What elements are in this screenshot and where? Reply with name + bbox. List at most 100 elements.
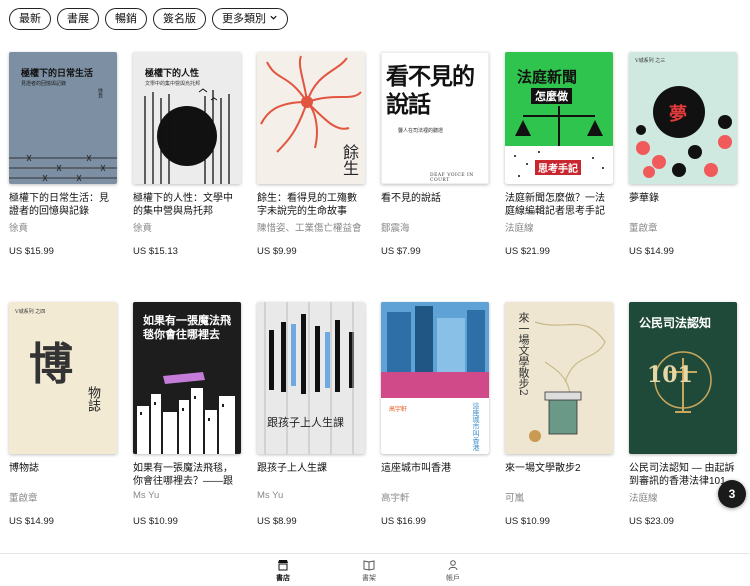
- book-cover[interactable]: 法庭新聞 怎麼做 思考手記: [505, 52, 613, 184]
- tab-account[interactable]: 帳戶: [446, 559, 460, 583]
- book-price: US $15.13: [133, 246, 178, 257]
- book-cover[interactable]: 高宇軒 這座城市叫香港: [381, 302, 489, 454]
- cover-subtitle: 怎麼做: [531, 88, 572, 104]
- book-price: US $7.99: [381, 246, 421, 257]
- book-author: 高宇軒: [381, 493, 410, 502]
- book-title[interactable]: 餘生：看得見的工殤數字未說完的生命故事: [257, 192, 365, 218]
- city-skyline-art: [137, 372, 235, 454]
- book-author: 可嵐: [505, 493, 525, 502]
- account-icon: [447, 559, 459, 573]
- book-card[interactable]: 跟孩子上人生課 跟孩子上人生課 Ms Yu US $8.99: [257, 302, 365, 527]
- cover-title: 極權下的日常生活: [21, 69, 94, 79]
- cover-series: V城系列 之四: [15, 309, 46, 315]
- book-title[interactable]: 極權下的日常生活：見證者的回憶與記錄: [9, 192, 117, 218]
- filter-label: 暢銷: [115, 13, 137, 25]
- book-cover[interactable]: 來一場文學散步2: [505, 302, 613, 454]
- cover-title: 公民司法認知: [639, 316, 712, 330]
- filter-more-categories[interactable]: 更多類別: [212, 8, 288, 30]
- book-price: US $10.99: [505, 516, 550, 527]
- book-card[interactable]: V城系列 之四 博 物誌 博物誌 董啟章 US $14.99: [9, 302, 117, 527]
- book-cover[interactable]: 如果有一張魔法飛毯你會往哪裡去: [133, 302, 241, 454]
- book-card[interactable]: V城系列 之三 夢 夢華錄 董啟章 US $14.99: [629, 52, 737, 257]
- book-price: US $14.99: [629, 246, 674, 257]
- tab-label: 帳戶: [446, 575, 460, 582]
- book-cover[interactable]: V城系列 之三 夢: [629, 52, 737, 184]
- bottom-tab-bar: 書店 書架 帳戶: [0, 553, 750, 586]
- tab-bookshelf[interactable]: 書架: [362, 559, 376, 583]
- book-price: US $21.99: [505, 246, 550, 257]
- filter-bestseller[interactable]: 暢銷: [105, 8, 147, 30]
- filter-signed[interactable]: 簽名版: [153, 8, 206, 30]
- prison-bars-art: [144, 88, 230, 184]
- book-cover[interactable]: 極權下的日常生活 見證者的回憶與記錄 徐賁: [9, 52, 117, 184]
- book-author: 董啟章: [9, 493, 38, 502]
- cover-title: 跟孩子上人生課: [267, 416, 344, 429]
- tab-label: 書店: [276, 575, 290, 582]
- cover-title: 法庭新聞: [517, 68, 578, 86]
- cover-title: 看不見的說話: [386, 63, 475, 118]
- book-title[interactable]: 博物誌: [9, 462, 117, 488]
- book-title[interactable]: 來一場文學散步2: [505, 462, 613, 488]
- filter-book-fair[interactable]: 書展: [57, 8, 99, 30]
- book-card[interactable]: 高宇軒 這座城市叫香港 這座城市叫香港 高宇軒 US $16.99: [381, 302, 489, 527]
- book-cover[interactable]: 極權下的人性 文學中的集中營與烏托邦: [133, 52, 241, 184]
- book-author: 法庭線: [505, 223, 534, 232]
- cover-title: 如果有一張魔法飛毯你會往哪裡去: [143, 314, 231, 341]
- cover-number: 101: [647, 362, 693, 388]
- cover-subtitle: 聾人在司法裡的聽證: [398, 128, 444, 134]
- book-author: 董啟章: [629, 223, 658, 232]
- book-title[interactable]: 極權下的人性：文學中的集中營與烏托邦: [133, 192, 241, 218]
- book-cover[interactable]: V城系列 之四 博 物誌: [9, 302, 117, 454]
- filter-latest[interactable]: 最新: [9, 8, 51, 30]
- cover-english-title: DEAF VOICE IN COURT: [430, 173, 474, 183]
- book-price: US $23.09: [629, 516, 674, 527]
- book-cover[interactable]: 看不見的說話 聾人在司法裡的聽證 DEAF VOICE IN COURT: [381, 52, 489, 184]
- book-title[interactable]: 法庭新聞怎麼做？一法庭線編輯記者思考手記: [505, 192, 613, 218]
- cover-title: 夢: [669, 104, 687, 125]
- barbed-wire-art: [9, 154, 117, 182]
- piano-keys-art: [264, 302, 354, 454]
- cover-title: 博: [29, 339, 73, 390]
- book-author: 徐賁: [9, 223, 29, 232]
- floating-badge-button[interactable]: 3: [718, 480, 746, 508]
- filter-label: 更多類別: [222, 13, 266, 25]
- book-title[interactable]: 這座城市叫香港: [381, 462, 489, 488]
- filter-label: 簽名版: [163, 13, 196, 25]
- book-row: V城系列 之四 博 物誌 博物誌 董啟章 US $14.99 如果有一張魔法飛毯…: [9, 302, 737, 527]
- cover-footer-text: 思考手記: [535, 160, 581, 175]
- book-cover[interactable]: 公民司法認知 101: [629, 302, 737, 454]
- book-card[interactable]: 極權下的人性 文學中的集中營與烏托邦 極權下的人性：文學中的集中營與烏托邦 徐賁…: [133, 52, 241, 257]
- map-illustration-art: [529, 321, 606, 442]
- book-row: 極權下的日常生活 見證者的回憶與記錄 徐賁 極權下的日常生活：見證者的回憶與記錄…: [9, 52, 737, 257]
- book-author: Ms Yu: [257, 490, 284, 501]
- bookshelf-icon: [363, 559, 375, 573]
- cover-title: 這座城市叫香港: [472, 402, 480, 451]
- book-price: US $9.99: [257, 246, 297, 257]
- book-title[interactable]: 如果有一張魔法飛毯，你會往哪裡去？——跟孩...: [133, 462, 241, 488]
- book-card[interactable]: 餘生 餘生：看得見的工殤數字未說完的生命故事 陳惜姿、工業傷亡權益會 US $9…: [257, 52, 365, 257]
- book-card[interactable]: 極權下的日常生活 見證者的回憶與記錄 徐賁 極權下的日常生活：見證者的回憶與記錄…: [9, 52, 117, 257]
- book-price: US $8.99: [257, 516, 297, 527]
- book-cover[interactable]: 餘生: [257, 52, 365, 184]
- filter-label: 書展: [67, 13, 89, 25]
- cover-subtitle: 物誌: [85, 386, 100, 412]
- book-title[interactable]: 跟孩子上人生課: [257, 462, 365, 488]
- cover-subtitle: 文學中的集中營與烏托邦: [145, 81, 201, 87]
- book-card[interactable]: 看不見的說話 聾人在司法裡的聽證 DEAF VOICE IN COURT 看不見…: [381, 52, 489, 257]
- book-card[interactable]: 來一場文學散步2 來一場文學散步2 可嵐 US $10.99: [505, 302, 613, 527]
- justice-statue-art: [654, 351, 712, 413]
- book-price: US $10.99: [133, 516, 178, 527]
- filter-label: 最新: [19, 13, 41, 25]
- tab-store[interactable]: 書店: [276, 559, 290, 583]
- book-title[interactable]: 夢華錄: [629, 192, 737, 218]
- book-card[interactable]: 法庭新聞 怎麼做 思考手記 法庭新聞怎麼做？一法庭線編輯記者思考手記 法庭線 U…: [505, 52, 613, 257]
- book-author: 鄒震海: [381, 223, 410, 232]
- book-title[interactable]: 看不見的說話: [381, 192, 489, 218]
- tab-label: 書架: [362, 575, 376, 582]
- book-cover[interactable]: 跟孩子上人生課: [257, 302, 365, 454]
- chevron-down-icon: [269, 9, 278, 29]
- book-author: Ms Yu: [133, 490, 160, 501]
- cover-author: 徐賁: [97, 88, 103, 98]
- filter-bar: 最新 書展 暢銷 簽名版 更多類別: [9, 8, 288, 30]
- book-card[interactable]: 如果有一張魔法飛毯你會往哪裡去 如果有一張魔法飛毯，你會往哪裡去？——跟孩...…: [133, 302, 241, 527]
